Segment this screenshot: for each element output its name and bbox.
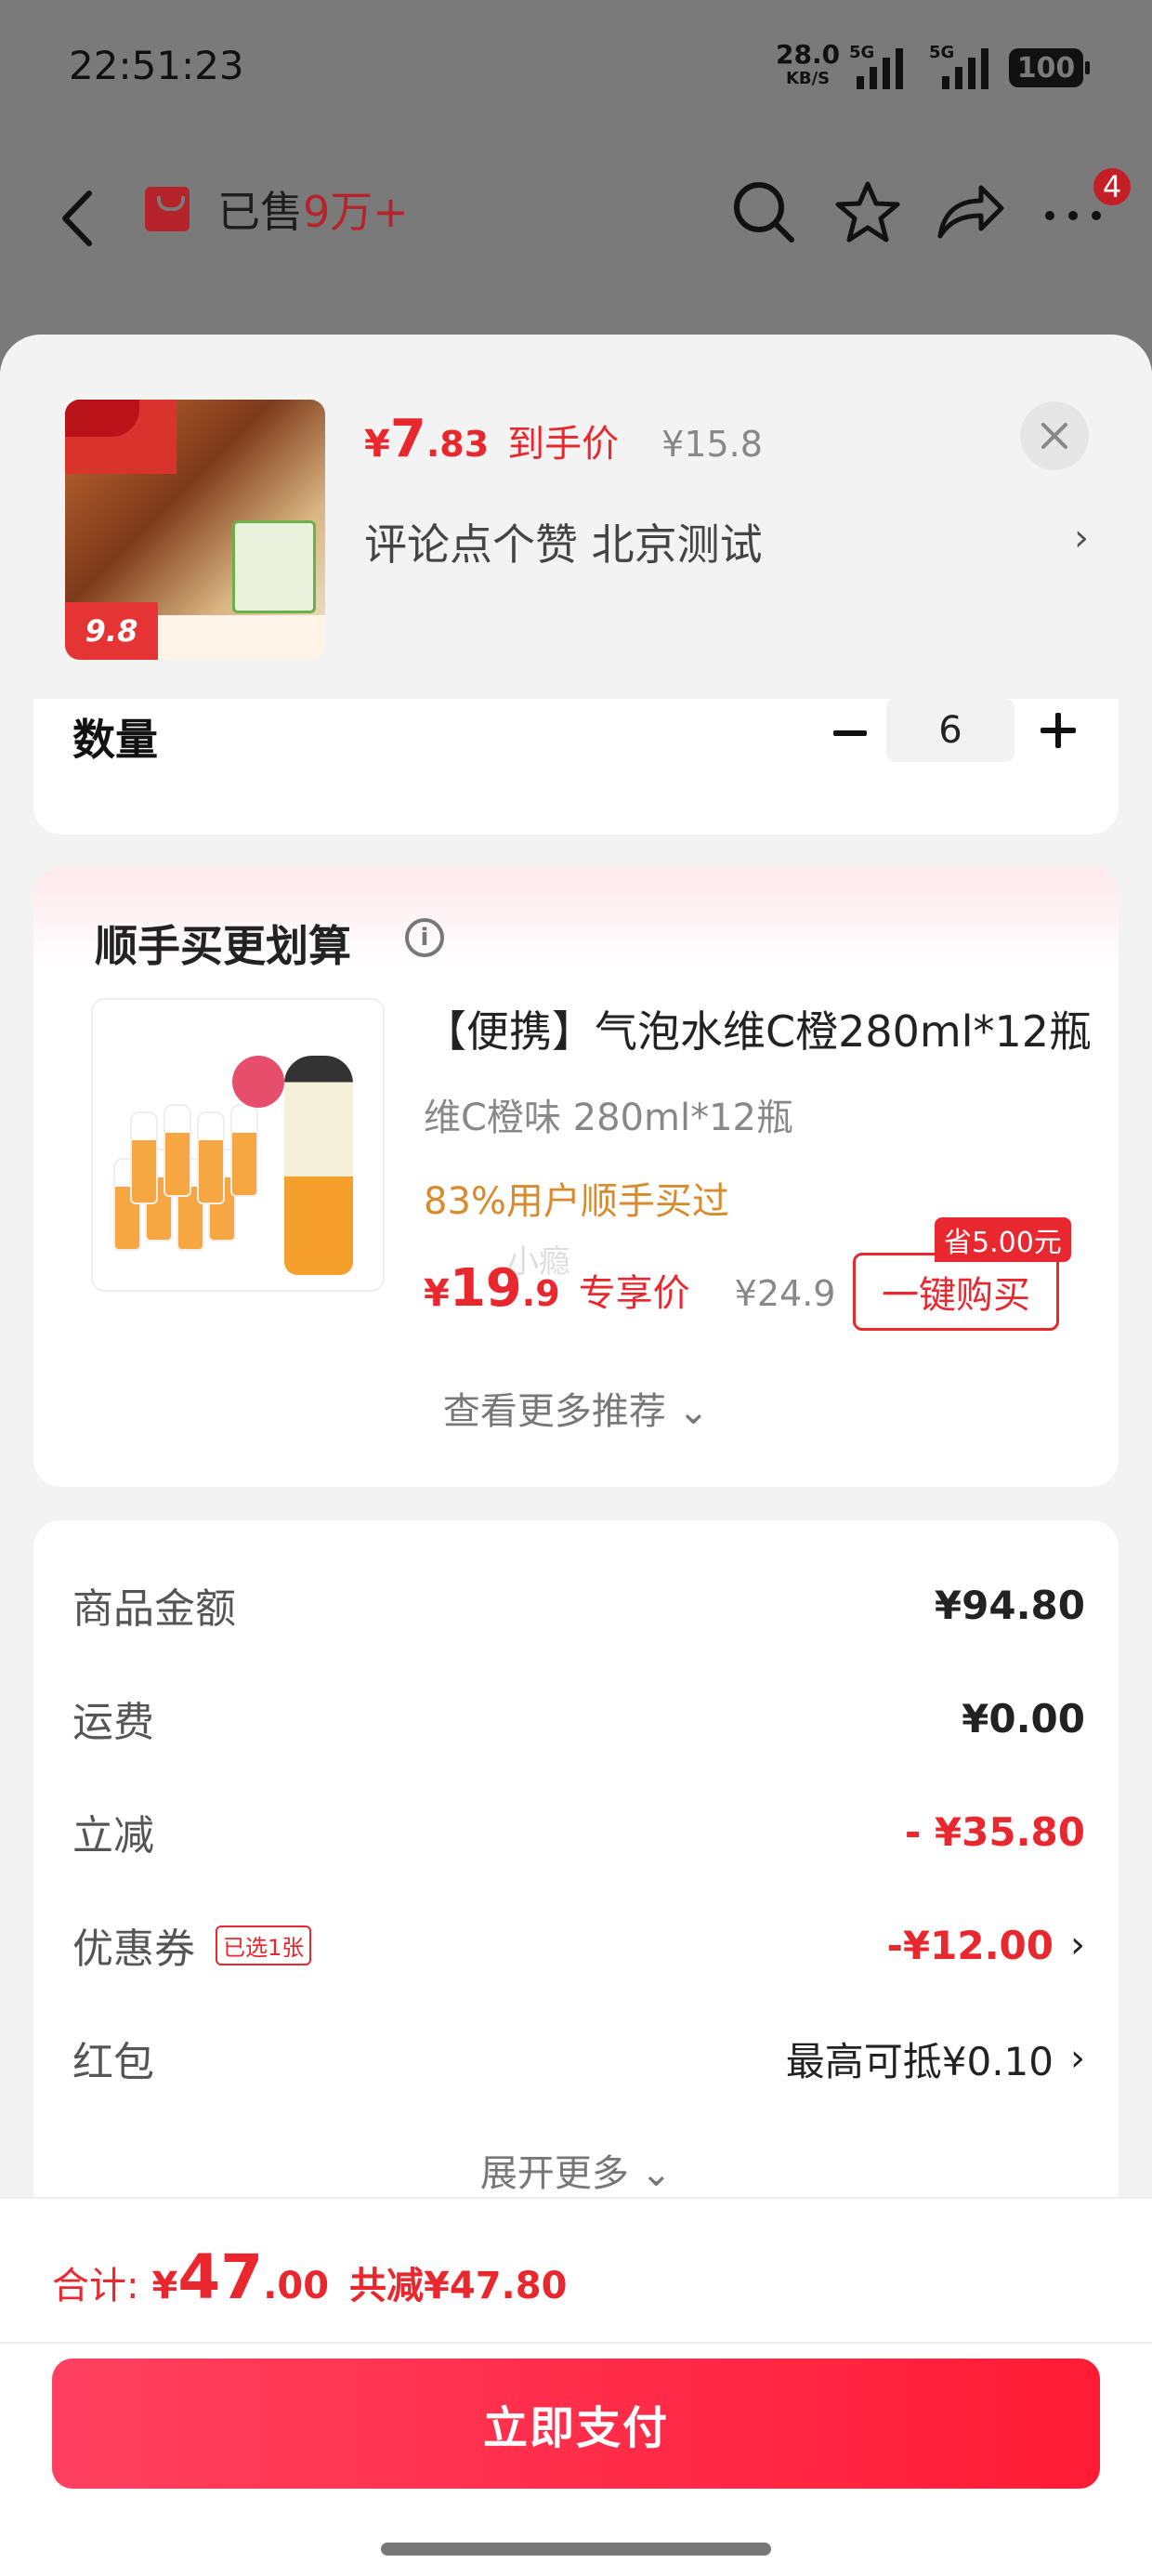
summary-value: -¥12.00 (886, 1922, 1054, 1968)
order-total: 合计: ¥ 47 .00 共减¥47.80 (52, 2241, 567, 2313)
summary-value: 最高可抵¥0.10 (785, 2038, 1054, 2084)
sold-number: 9万+ (303, 187, 409, 237)
summary-label: 优惠券 (72, 1925, 195, 1973)
total-saved: 共减¥47.80 (349, 2265, 568, 2307)
quantity-decrease-button[interactable] (818, 706, 883, 762)
summary-value: - ¥35.80 (904, 1808, 1085, 1855)
sku-text: 评论点个赞 北京测试 (364, 519, 763, 570)
recommend-title: 顺手买更划算 (95, 921, 351, 971)
minus-icon (833, 730, 867, 736)
battery-level: 100 (1016, 51, 1076, 85)
brand-logo-icon (65, 400, 139, 437)
summary-label-wrap: 优惠券 已选1张 (72, 1915, 312, 1975)
bottle-image (197, 1111, 225, 1204)
price-decimal: .83 (425, 424, 490, 465)
quantity-increase-button[interactable] (1026, 703, 1091, 758)
bottle-image (230, 1104, 258, 1197)
plus-icon (1041, 713, 1076, 748)
bottle-image (164, 1104, 191, 1197)
chevron-right-icon: › (1074, 517, 1089, 559)
close-icon (1041, 423, 1067, 449)
total-label: 合计: (52, 2265, 139, 2307)
back-icon[interactable] (56, 186, 102, 251)
home-indicator[interactable] (381, 2543, 771, 2556)
save-tag: 省5.00元 (935, 1217, 1071, 1262)
coupon-tag: 已选1张 (216, 1925, 312, 1965)
divider (0, 2342, 1152, 2344)
chevron-right-icon: › (1070, 2037, 1085, 2080)
recommend-product-image[interactable] (91, 998, 385, 1292)
thumb-price: 9.8 (65, 602, 158, 660)
total-decimal: .00 (263, 2265, 330, 2307)
network-speed: 28.0 KB/S (776, 42, 840, 91)
recommend-product-price: ¥ 19 .9 专享价 ¥24.9 (424, 1258, 835, 1319)
summary-row-coupon[interactable]: 优惠券 已选1张 -¥12.00 › (72, 1912, 1085, 1978)
package-image (232, 520, 316, 613)
summary-value: ¥94.80 (934, 1582, 1085, 1628)
quantity-label: 数量 (72, 715, 158, 765)
summary-label: 运费 (72, 1699, 154, 1746)
close-button[interactable] (1020, 401, 1089, 470)
recommend-card: 顺手买更划算 i 【便携】气泡水维C橙280ml*12瓶 维C橙味 280ml*… (33, 868, 1119, 1487)
price-integer: 7 (389, 409, 426, 469)
favorite-star-icon[interactable] (834, 178, 901, 245)
quantity-input[interactable]: 6 (886, 699, 1015, 762)
summary-row-shipping: 运费 ¥0.00 (72, 1686, 1085, 1751)
price-label: 到手价 (507, 423, 620, 466)
summary-label: 商品金额 (72, 1585, 236, 1633)
recommend-product-name[interactable]: 【便携】气泡水维C橙280ml*12瓶 (424, 998, 1102, 1059)
product-price: ¥ 7 .83 到手价 ¥15.8 (364, 409, 763, 469)
recommend-product-stat: 83%用户顺手买过 (424, 1180, 729, 1223)
price-label: 专享价 (578, 1272, 690, 1315)
chevron-right-icon: › (1070, 1924, 1085, 1966)
battery-icon: 100 (1009, 48, 1090, 87)
original-price: ¥24.9 (734, 1273, 836, 1314)
product-thumbnail[interactable]: 9.8 (65, 400, 325, 660)
share-icon[interactable] (935, 178, 1005, 245)
checkout-footer: 合计: ¥ 47 .00 共减¥47.80 立即支付 (0, 2197, 1152, 2576)
sold-prefix: 已售 (217, 187, 303, 237)
summary-row-red-packet[interactable]: 红包 最高可抵¥0.10 › (72, 2026, 1085, 2091)
summary-label: 红包 (72, 2039, 154, 2086)
summary-value: ¥0.00 (962, 1695, 1085, 1741)
price-summary-card: 商品金额 ¥94.80 运费 ¥0.00 立减 - ¥35.80 优惠券 已选1… (33, 1520, 1119, 2264)
total-currency: ¥ (151, 2265, 178, 2307)
total-integer: 47 (177, 2241, 264, 2313)
bottle-image (130, 1111, 158, 1204)
summary-row-subtotal: 商品金额 ¥94.80 (72, 1572, 1085, 1637)
product-header: 9.8 ¥ 7 .83 到手价 ¥15.8 评论点个赞 北京测试 › (0, 335, 1152, 699)
signal-icon (942, 48, 988, 89)
cart-badge: 4 (1091, 165, 1133, 208)
pay-now-button[interactable]: 立即支付 (52, 2359, 1100, 2489)
more-recommendations-button[interactable]: 查看更多推荐 ⌄ (33, 1381, 1119, 1435)
status-time: 22:51:23 (69, 43, 244, 88)
price-currency: ¥ (364, 423, 390, 466)
pack-count-badge (232, 1056, 284, 1108)
shopping-bag-icon (145, 187, 190, 231)
status-bar: 22:51:23 28.0 KB/S 5G 5G 100 (0, 0, 1152, 139)
thumb-strip (158, 615, 325, 660)
search-icon[interactable] (730, 178, 797, 245)
network-speed-unit: KB/S (785, 69, 831, 88)
summary-value-wrap: 最高可抵¥0.10 › (786, 2031, 1085, 2087)
original-price: ¥15.8 (661, 424, 763, 465)
network-speed-value: 28.0 (776, 39, 841, 70)
price-decimal: .9 (521, 1273, 560, 1314)
signal-icon (857, 48, 903, 89)
summary-value-wrap: -¥12.00 › (886, 1923, 1085, 1968)
expand-more-button[interactable]: 展开更多 ⌄ (33, 2143, 1119, 2197)
sold-count: 已售 9万+ (145, 178, 409, 240)
summary-row-discount: 立减 - ¥35.80 (72, 1799, 1085, 1864)
price-integer: 19 (449, 1258, 522, 1319)
summary-label: 立减 (72, 1812, 154, 1860)
bottle-image (284, 1056, 353, 1275)
one-click-buy-button[interactable]: 一键购买 (853, 1253, 1059, 1331)
price-currency: ¥ (424, 1272, 450, 1315)
info-icon[interactable]: i (405, 918, 444, 957)
recommend-product-spec: 维C橙味 280ml*12瓶 (424, 1097, 793, 1139)
sku-selector[interactable]: 评论点个赞 北京测试 › (364, 511, 1089, 572)
quantity-card: 数量 6 (33, 699, 1119, 835)
